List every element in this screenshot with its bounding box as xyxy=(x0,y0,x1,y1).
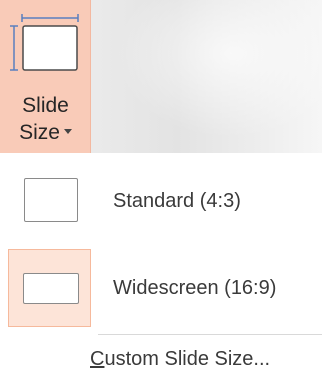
slide-size-label-line2: Size xyxy=(0,120,91,145)
slide-size-icon xyxy=(10,14,79,71)
slide-size-label-text: Size xyxy=(19,121,60,144)
widescreen-slide-icon xyxy=(23,273,79,304)
menu-item-widescreen-label: Widescreen (16:9) xyxy=(113,277,277,299)
ribbon-background xyxy=(95,0,322,153)
widescreen-thumb-box xyxy=(8,249,91,327)
custom-slide-size-label: Custom Slide Size... xyxy=(90,347,270,371)
custom-accelerator-key: C xyxy=(90,348,105,370)
menu-item-custom-slide-size[interactable]: Custom Slide Size... xyxy=(0,339,322,381)
standard-thumb-box xyxy=(8,165,91,243)
standard-slide-icon xyxy=(24,178,78,222)
caret-down-icon xyxy=(63,128,72,134)
menu-item-standard-label: Standard (4:3) xyxy=(113,190,241,212)
custom-label-rest: ustom Slide Size... xyxy=(104,348,271,370)
slide-size-label-line1: Slide xyxy=(22,94,69,117)
slide-size-menu: Standard (4:3) Widescreen (16:9) Custom … xyxy=(0,153,322,386)
menu-item-standard[interactable]: Standard (4:3) xyxy=(0,165,322,243)
menu-item-widescreen[interactable]: Widescreen (16:9) xyxy=(0,249,322,327)
slide-size-button[interactable]: Slide Size xyxy=(0,0,91,153)
menu-separator xyxy=(98,334,322,335)
